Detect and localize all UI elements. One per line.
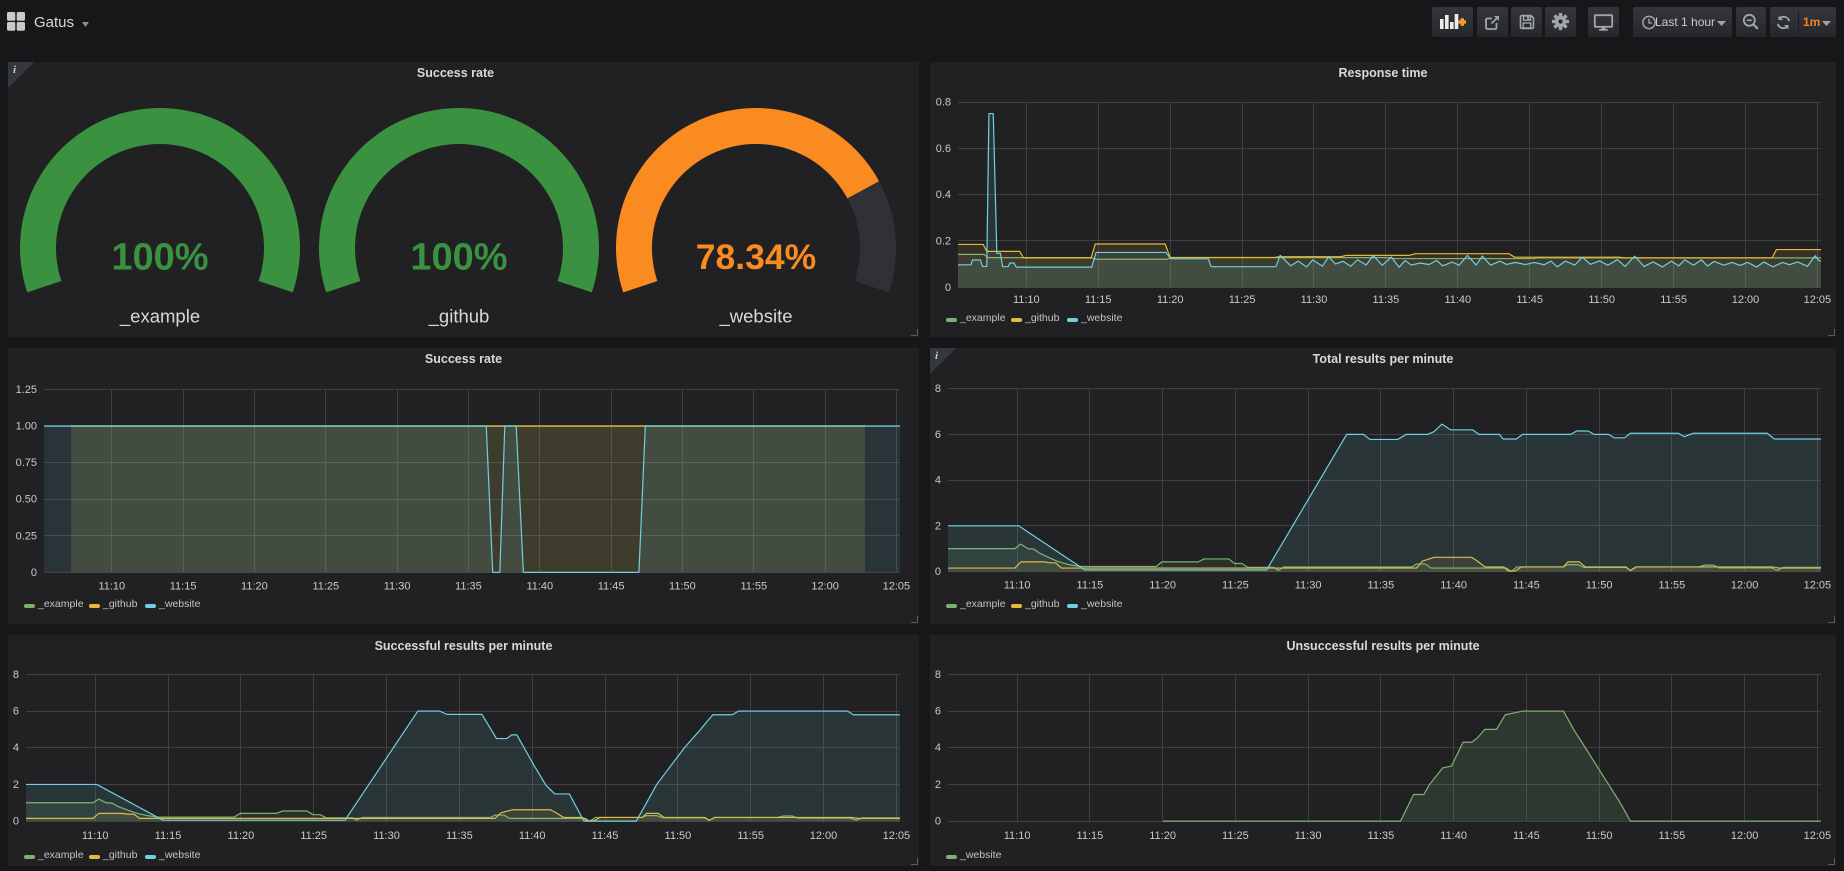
svg-text:11:45: 11:45 (1513, 580, 1540, 592)
svg-text:2: 2 (13, 779, 19, 791)
svg-text:11:20: 11:20 (228, 830, 255, 842)
svg-text:0: 0 (31, 567, 37, 579)
svg-text:_website: _website (718, 306, 792, 328)
svg-text:0.2: 0.2 (936, 236, 951, 248)
svg-text:11:50: 11:50 (669, 580, 696, 592)
svg-text:8: 8 (13, 669, 19, 681)
svg-text:12:05: 12:05 (1804, 580, 1832, 592)
svg-text:78.34%: 78.34% (696, 237, 816, 277)
svg-text:11:10: 11:10 (98, 580, 125, 592)
svg-text:11:30: 11:30 (1295, 580, 1322, 592)
svg-text:12:00: 12:00 (811, 580, 839, 592)
svg-text:11:30: 11:30 (1301, 294, 1328, 306)
svg-text:100%: 100% (410, 237, 507, 279)
svg-text:11:35: 11:35 (455, 580, 482, 592)
svg-text:0: 0 (935, 566, 941, 578)
svg-text:11:55: 11:55 (1660, 294, 1687, 306)
svg-text:11:55: 11:55 (1659, 580, 1686, 592)
svg-text:11:35: 11:35 (446, 830, 473, 842)
svg-text:11:40: 11:40 (519, 830, 546, 842)
svg-text:11:20: 11:20 (1149, 580, 1176, 592)
svg-text:100%: 100% (111, 237, 208, 279)
svg-text:11:10: 11:10 (1004, 830, 1031, 842)
svg-text:11:30: 11:30 (1295, 830, 1322, 842)
svg-text:11:25: 11:25 (1229, 294, 1256, 306)
svg-text:11:10: 11:10 (1004, 580, 1031, 592)
svg-text:11:20: 11:20 (1149, 830, 1176, 842)
svg-text:11:20: 11:20 (241, 580, 268, 592)
svg-text:11:15: 11:15 (1077, 830, 1104, 842)
svg-text:2: 2 (935, 779, 941, 791)
svg-text:11:15: 11:15 (1077, 580, 1104, 592)
svg-text:0: 0 (13, 816, 19, 828)
svg-text:11:25: 11:25 (1222, 830, 1249, 842)
svg-text:1.25: 1.25 (16, 384, 37, 396)
svg-text:11:35: 11:35 (1373, 294, 1400, 306)
svg-text:12:05: 12:05 (883, 580, 911, 592)
svg-text:_github: _github (428, 306, 490, 328)
svg-text:11:35: 11:35 (1368, 580, 1395, 592)
svg-text:11:45: 11:45 (1513, 830, 1540, 842)
svg-text:11:55: 11:55 (1659, 830, 1686, 842)
svg-text:11:45: 11:45 (598, 580, 625, 592)
svg-text:11:45: 11:45 (592, 830, 619, 842)
svg-text:4: 4 (935, 475, 941, 487)
svg-text:11:25: 11:25 (312, 580, 339, 592)
svg-text:11:25: 11:25 (300, 830, 327, 842)
svg-text:12:00: 12:00 (1731, 580, 1759, 592)
svg-text:11:30: 11:30 (373, 830, 400, 842)
svg-text:12:05: 12:05 (1804, 294, 1832, 306)
svg-text:11:45: 11:45 (1516, 294, 1543, 306)
svg-text:6: 6 (935, 706, 941, 718)
svg-text:11:40: 11:40 (1444, 294, 1471, 306)
svg-text:11:15: 11:15 (170, 580, 197, 592)
svg-text:0.50: 0.50 (16, 494, 37, 506)
svg-text:11:50: 11:50 (665, 830, 692, 842)
svg-text:0.75: 0.75 (16, 457, 37, 469)
svg-text:8: 8 (935, 383, 941, 395)
svg-text:11:15: 11:15 (155, 830, 182, 842)
svg-text:11:50: 11:50 (1588, 294, 1615, 306)
svg-text:12:00: 12:00 (810, 830, 838, 842)
svg-text:0.8: 0.8 (936, 97, 951, 109)
svg-text:11:55: 11:55 (740, 580, 767, 592)
svg-text:12:05: 12:05 (1804, 830, 1832, 842)
svg-text:12:05: 12:05 (883, 830, 911, 842)
svg-text:11:40: 11:40 (1440, 830, 1467, 842)
svg-text:0.6: 0.6 (936, 143, 951, 155)
svg-text:6: 6 (935, 429, 941, 441)
svg-text:11:40: 11:40 (526, 580, 553, 592)
svg-text:0: 0 (945, 282, 951, 294)
svg-text:11:15: 11:15 (1085, 294, 1112, 306)
svg-text:4: 4 (13, 742, 19, 754)
svg-text:11:30: 11:30 (384, 580, 411, 592)
svg-text:11:55: 11:55 (737, 830, 764, 842)
svg-text:6: 6 (13, 706, 19, 718)
svg-text:1.00: 1.00 (16, 421, 37, 433)
svg-text:8: 8 (935, 669, 941, 681)
svg-text:0.25: 0.25 (16, 530, 37, 542)
svg-text:11:20: 11:20 (1157, 294, 1184, 306)
svg-text:0.4: 0.4 (936, 189, 951, 201)
svg-text:12:00: 12:00 (1731, 830, 1759, 842)
svg-text:0: 0 (935, 816, 941, 828)
svg-text:11:50: 11:50 (1586, 580, 1613, 592)
svg-text:2: 2 (935, 520, 941, 532)
svg-text:11:40: 11:40 (1440, 580, 1467, 592)
svg-text:_example: _example (119, 306, 200, 328)
svg-text:11:35: 11:35 (1368, 830, 1395, 842)
svg-text:4: 4 (935, 742, 941, 754)
svg-text:11:10: 11:10 (82, 830, 109, 842)
svg-text:12:00: 12:00 (1732, 294, 1760, 306)
svg-text:11:50: 11:50 (1586, 830, 1613, 842)
svg-text:11:10: 11:10 (1013, 294, 1040, 306)
svg-text:11:25: 11:25 (1222, 580, 1249, 592)
